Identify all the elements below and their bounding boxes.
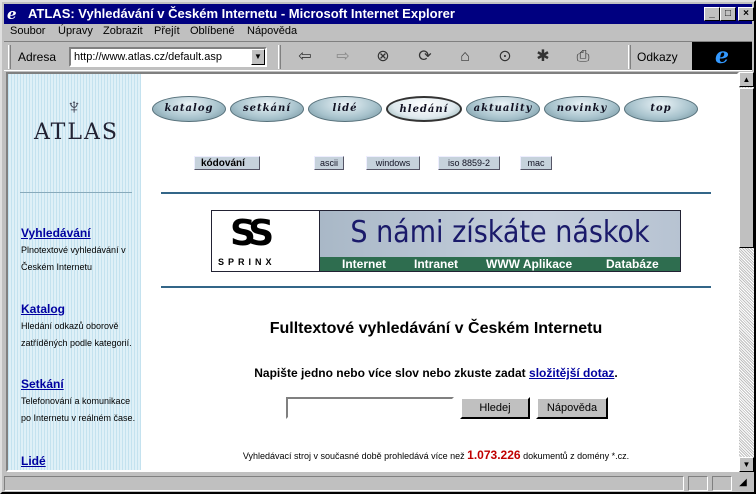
maximize-button[interactable]: □ xyxy=(720,7,736,21)
encoding-label: kódování xyxy=(194,156,260,170)
scroll-thumb[interactable] xyxy=(739,88,754,248)
back-icon[interactable]: ⇦ xyxy=(294,47,316,67)
nav-setkani[interactable]: setkání xyxy=(230,96,304,122)
help-button[interactable]: Nápověda xyxy=(536,397,608,419)
sidebar-item-vyhledavani: Vyhledávání Plnotextové vyhledávání v Če… xyxy=(21,226,139,276)
toolbar-grip-3[interactable] xyxy=(628,45,631,69)
close-button[interactable]: × xyxy=(738,7,754,21)
forward-icon[interactable]: ⇨ xyxy=(332,47,354,67)
divider-top xyxy=(161,192,711,194)
title-bar: e ATLAS: Vyhledávání v Českém Internetu … xyxy=(4,4,754,24)
status-panel-zone xyxy=(712,476,732,491)
menu-bar: Soubor Úpravy Zobrazit Přejít Oblíbené N… xyxy=(4,24,752,40)
instruction-text: Napište jedno nebo více slov nebo zkuste… xyxy=(254,366,526,380)
banner-slogan: S námi získáte náskok xyxy=(320,211,680,257)
sidebar-link-vyhledavani[interactable]: Vyhledávání xyxy=(21,226,139,240)
toolbar: Adresa http://www.atlas.cz/default.asp ▼… xyxy=(4,41,752,71)
sidebar-desc-katalog: Hledání odkazů oborově zatříděných podle… xyxy=(21,321,132,348)
encoding-mac[interactable]: mac xyxy=(520,156,552,170)
atlas-figure-icon: ♆ xyxy=(65,94,83,119)
sidebar-divider xyxy=(20,192,132,193)
status-text xyxy=(4,476,684,491)
menu-upravy[interactable]: Úpravy xyxy=(58,25,93,37)
banner-item-intranet: Intranet xyxy=(414,257,459,271)
atlas-logo-text: ATLAS xyxy=(34,120,119,145)
index-stats: Vyhledávací stroj v současné době prohle… xyxy=(161,448,711,462)
banner-bar: Internet Intranet WWW Aplikace Databáze xyxy=(320,257,680,271)
encoding-iso[interactable]: iso 8859-2 xyxy=(438,156,500,170)
status-bar: ◢ xyxy=(4,474,752,492)
refresh-icon[interactable]: ⟳ xyxy=(414,47,436,67)
menu-soubor[interactable]: Soubor xyxy=(10,25,45,37)
scroll-down-icon[interactable]: ▼ xyxy=(739,457,754,472)
advanced-query-link[interactable]: složitější dotaz xyxy=(529,366,614,380)
nav-aktuality[interactable]: aktuality xyxy=(466,96,540,122)
sprinx-logo-icon: SS xyxy=(230,213,274,254)
banner-item-databaze: Databáze xyxy=(606,257,659,271)
banner-item-internet: Internet xyxy=(342,257,387,271)
sidebar: ♆ ATLAS Vyhledávání Plnotextové vyhledáv… xyxy=(8,74,141,470)
banner-item-www: WWW Aplikace xyxy=(486,257,573,271)
search-icon[interactable]: ⊙ xyxy=(494,47,516,67)
search-input[interactable] xyxy=(286,397,454,419)
stats-prefix: Vyhledávací stroj v současné době prohle… xyxy=(242,451,465,461)
search-instruction: Napište jedno nebo více slov nebo zkuste… xyxy=(161,366,711,380)
sprinx-brand: SPRINX xyxy=(218,257,276,267)
nav-lide[interactable]: lidé xyxy=(308,96,382,122)
resize-grip-icon[interactable]: ◢ xyxy=(736,476,750,491)
scroll-up-icon[interactable]: ▲ xyxy=(739,72,754,87)
ie-logo-icon: e xyxy=(692,42,752,70)
atlas-logo[interactable]: ♆ ATLAS xyxy=(34,94,119,154)
print-icon[interactable]: ⎙ xyxy=(572,47,594,67)
browser-window: e ATLAS: Vyhledávání v Českém Internetu … xyxy=(0,0,756,494)
sidebar-item-katalog: Katalog Hledání odkazů oborově zatříděný… xyxy=(21,302,139,352)
nav-top[interactable]: top xyxy=(624,96,698,122)
nav-hledani[interactable]: hledání xyxy=(386,96,462,122)
sidebar-link-katalog[interactable]: Katalog xyxy=(21,302,139,316)
ie-app-icon[interactable]: e xyxy=(7,6,23,22)
divider-bottom xyxy=(161,286,711,288)
minimize-button[interactable]: _ xyxy=(704,7,720,21)
page-title: Fulltextové vyhledávání v Českém Interne… xyxy=(269,320,603,337)
links-label[interactable]: Odkazy xyxy=(637,50,678,64)
status-panel-security xyxy=(688,476,708,491)
sidebar-item-lide: Lidé xyxy=(21,454,139,470)
sprinx-logo: SS SPRINX xyxy=(212,211,320,271)
nav-katalog[interactable]: katalog xyxy=(152,96,226,122)
address-dropdown-icon[interactable]: ▼ xyxy=(251,49,265,65)
search-button[interactable]: Hledej xyxy=(460,397,530,419)
sidebar-desc-vyhledavani: Plnotextové vyhledávání v Českém Interne… xyxy=(21,245,126,272)
vertical-scrollbar[interactable]: ▲ ▼ xyxy=(739,72,754,472)
home-icon[interactable]: ⌂ xyxy=(454,47,476,67)
sprinx-banner[interactable]: SS SPRINX S námi získáte náskok Internet… xyxy=(211,210,681,272)
menu-oblibene[interactable]: Oblíbené xyxy=(190,25,235,37)
toolbar-grip-2[interactable] xyxy=(278,45,281,69)
menu-napoveda[interactable]: Nápověda xyxy=(247,25,297,37)
toolbar-grip[interactable] xyxy=(8,45,11,69)
favorites-icon[interactable]: ✱ xyxy=(532,47,554,67)
sidebar-link-setkani[interactable]: Setkání xyxy=(21,377,139,391)
address-value: http://www.atlas.cz/default.asp xyxy=(74,51,222,63)
encoding-windows[interactable]: windows xyxy=(366,156,420,170)
encoding-ascii[interactable]: ascii xyxy=(314,156,344,170)
nav-novinky[interactable]: novinky xyxy=(544,96,620,122)
address-input[interactable]: http://www.atlas.cz/default.asp ▼ xyxy=(69,47,267,67)
stats-count: 1.073.226 xyxy=(467,448,521,462)
sidebar-link-lide[interactable]: Lidé xyxy=(21,454,139,468)
sidebar-desc-setkani: Telefonování a komunikace po Internetu v… xyxy=(21,396,136,423)
address-label: Adresa xyxy=(18,50,57,64)
menu-zobrazit[interactable]: Zobrazit xyxy=(103,25,143,37)
menu-prejit[interactable]: Přejít xyxy=(154,25,180,37)
stop-icon[interactable]: ⊗ xyxy=(372,47,394,67)
instruction-end: . xyxy=(614,366,618,380)
window-title: ATLAS: Vyhledávání v Českém Internetu - … xyxy=(28,6,455,21)
page-viewport: ♆ ATLAS Vyhledávání Plnotextové vyhledáv… xyxy=(6,72,739,472)
sidebar-item-setkani: Setkání Telefonování a komunikace po Int… xyxy=(21,377,139,427)
stats-suffix: dokumentů z domény *.cz. xyxy=(523,451,630,461)
